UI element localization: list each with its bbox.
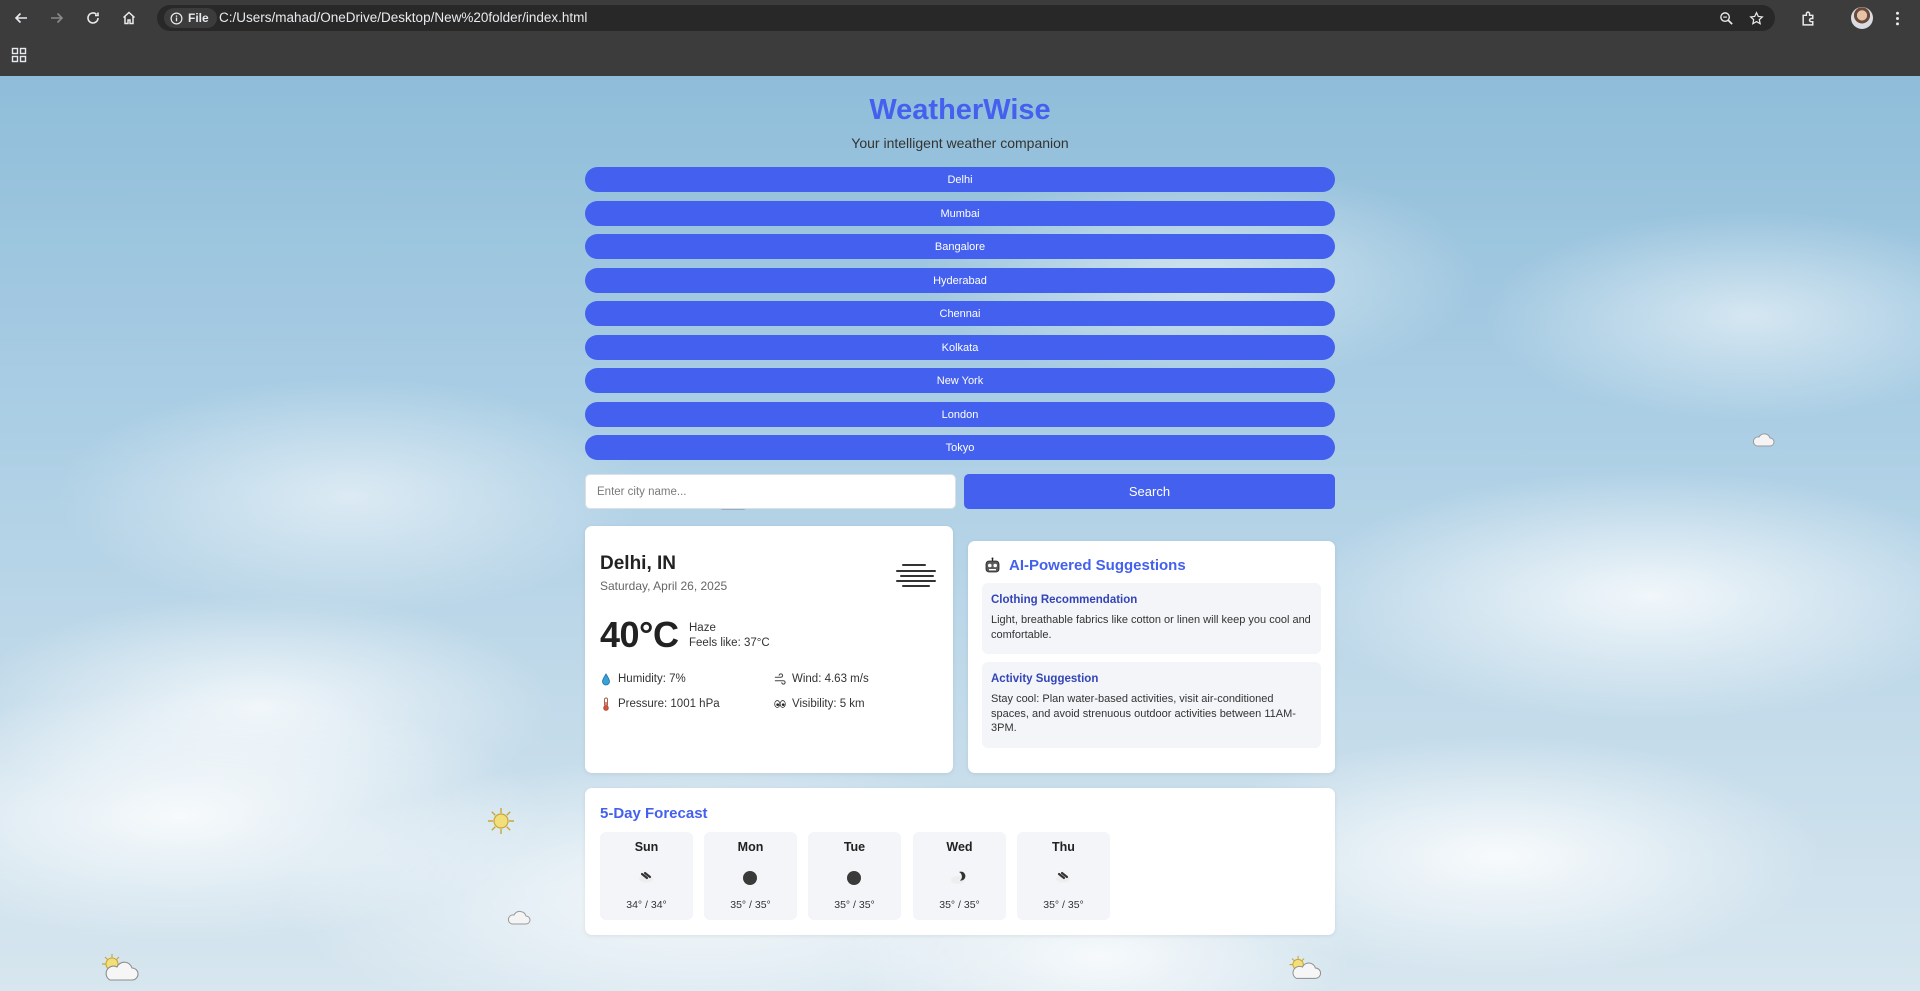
scattered-clouds-night-icon <box>1056 871 1070 883</box>
humidity-text: Humidity: 7% <box>618 673 686 685</box>
cloud-icon <box>507 910 531 925</box>
cloud-icon <box>1752 433 1775 447</box>
site-chip-label: File <box>188 11 209 25</box>
forecast-temps: 35° / 35° <box>1043 899 1084 911</box>
ai-suggestions-card: AI-Powered Suggestions Clothing Recommen… <box>968 541 1335 773</box>
app-title: WeatherWise <box>869 94 1051 126</box>
city-button-kolkata[interactable]: Kolkata <box>585 335 1335 360</box>
location-name: Delhi, IN <box>600 553 677 574</box>
city-button-mumbai[interactable]: Mumbai <box>585 201 1335 226</box>
menu-kebab-icon[interactable] <box>1886 7 1908 29</box>
thermometer-icon <box>600 697 612 711</box>
condition-text: Haze <box>689 622 716 634</box>
ai-suggestions-title: AI-Powered Suggestions <box>1009 557 1186 574</box>
back-icon[interactable] <box>10 7 32 29</box>
city-button-new-york[interactable]: New York <box>585 368 1335 393</box>
forecast-card: 5-Day Forecast Sun 34° / 34° Mon 35° / 3… <box>585 788 1335 935</box>
forecast-temps: 35° / 35° <box>939 899 980 911</box>
suggestion-text: Stay cool: Plan water-based activities, … <box>991 693 1296 734</box>
suggestion-text: Light, breathable fabrics like cotton or… <box>991 614 1311 641</box>
browser-chrome: File C:/Users/mahad/OneDrive/Desktop/New… <box>0 0 1920 76</box>
sun-icon <box>488 808 514 834</box>
profile-avatar[interactable] <box>1851 7 1873 29</box>
info-icon <box>170 12 183 24</box>
suggestion-title: Clothing Recommendation <box>991 594 1138 606</box>
city-button-hyderabad[interactable]: Hyderabad <box>585 268 1335 293</box>
forecast-day: Sun 34° / 34° <box>600 832 693 920</box>
forecast-day-name: Mon <box>737 840 764 854</box>
wind-text: Wind: 4.63 m/s <box>792 673 869 685</box>
suggestion-clothing: Clothing Recommendation Light, breathabl… <box>982 583 1321 654</box>
site-info-chip[interactable]: File <box>164 8 217 28</box>
city-button-delhi[interactable]: Delhi <box>585 167 1335 192</box>
apps-grid-icon[interactable] <box>10 46 28 64</box>
forecast-day: Thu 35° / 35° <box>1017 832 1110 920</box>
moon-icon <box>847 871 861 885</box>
pressure-text: Pressure: 1001 hPa <box>618 698 720 710</box>
forecast-temps: 35° / 35° <box>730 899 771 911</box>
forecast-day: Tue 35° / 35° <box>808 832 901 920</box>
address-bar[interactable]: File C:/Users/mahad/OneDrive/Desktop/New… <box>157 5 1775 31</box>
pressure-detail: Pressure: 1001 hPa <box>600 697 720 711</box>
forecast-day: Wed 35° / 35° <box>913 832 1006 920</box>
partly-cloudy-night-icon <box>951 871 966 884</box>
current-date: Saturday, April 26, 2025 <box>600 579 728 593</box>
humidity-detail: Humidity: 7% <box>600 672 686 686</box>
city-button-tokyo[interactable]: Tokyo <box>585 435 1335 460</box>
url-text[interactable]: C:/Users/mahad/OneDrive/Desktop/New%20fo… <box>219 10 587 25</box>
robot-icon <box>985 557 1000 573</box>
city-button-london[interactable]: London <box>585 402 1335 427</box>
forecast-temps: 35° / 35° <box>834 899 875 911</box>
city-search-input[interactable] <box>585 474 956 509</box>
partly-sunny-icon <box>102 954 139 981</box>
haze-icon <box>896 564 936 587</box>
forecast-day-name: Sun <box>634 840 659 854</box>
visibility-detail: Visibility: 5 km <box>774 697 865 711</box>
app-subtitle: Your intelligent weather companion <box>851 135 1069 151</box>
eyes-icon <box>774 697 786 711</box>
search-button[interactable]: Search <box>964 474 1335 509</box>
forecast-day-name: Tue <box>843 840 866 854</box>
scattered-clouds-night-icon <box>639 871 653 883</box>
visibility-text: Visibility: 5 km <box>792 698 865 710</box>
wind-detail: Wind: 4.63 m/s <box>774 672 869 686</box>
suggestion-title: Activity Suggestion <box>991 673 1099 685</box>
city-button-chennai[interactable]: Chennai <box>585 301 1335 326</box>
forecast-temps: 34° / 34° <box>626 899 667 911</box>
city-button-bangalore[interactable]: Bangalore <box>585 234 1335 259</box>
moon-icon <box>743 871 757 885</box>
partly-sunny-icon <box>1289 955 1321 979</box>
feels-like: Feels like: 37°C <box>689 637 770 649</box>
forecast-day: Mon 35° / 35° <box>704 832 797 920</box>
wind-icon <box>774 672 786 686</box>
bookmark-star-icon[interactable] <box>1747 9 1765 27</box>
forecast-day-name: Thu <box>1052 840 1075 854</box>
forward-icon[interactable] <box>46 7 68 29</box>
extensions-icon[interactable] <box>1797 7 1819 29</box>
temperature: 40°C <box>600 614 679 655</box>
zoom-icon[interactable] <box>1717 9 1735 27</box>
current-weather-card: Delhi, IN Saturday, April 26, 2025 40°C … <box>585 526 953 773</box>
weather-page: WeatherWise Your intelligent weather com… <box>0 76 1920 991</box>
suggestion-activity: Activity Suggestion Stay cool: Plan wate… <box>982 662 1321 748</box>
forecast-title: 5-Day Forecast <box>600 805 708 822</box>
ai-suggestions-header: AI-Powered Suggestions <box>984 557 1186 574</box>
reload-icon[interactable] <box>82 7 104 29</box>
droplet-icon <box>600 672 612 686</box>
home-icon[interactable] <box>118 7 140 29</box>
forecast-day-name: Wed <box>946 840 973 854</box>
